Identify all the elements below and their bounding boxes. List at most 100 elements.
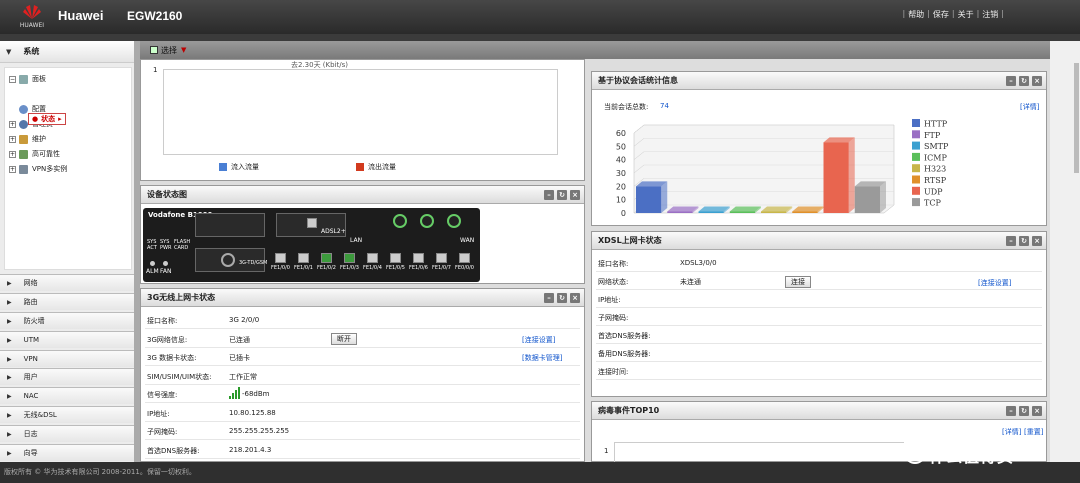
nav-utm[interactable]: ▶ UTM	[0, 331, 136, 348]
header-links: | 帮助 | 保存 | 关于 | 注销 |	[902, 9, 1004, 20]
close-icon[interactable]: ×	[1032, 76, 1042, 86]
bullet-icon: ●	[32, 115, 39, 123]
tree-item-label: 高可靠性	[32, 150, 60, 158]
port-label: FE1/0/3	[340, 265, 359, 271]
xdsl-status-panel: XDSL上网卡状态 – ↻ × 接口名称: XDSL3/0/0 网络状态: 未连通 IP地址…	[591, 231, 1047, 397]
logout-link[interactable]: 注销	[982, 9, 998, 20]
xdsl-connection-settings-link[interactable]: [连接设置]	[978, 278, 1011, 288]
lan-port: FE0/0/0	[453, 253, 476, 271]
xdsl-row-value: XDSL3/0/0	[680, 259, 717, 267]
grid-icon	[150, 46, 158, 54]
nav-label: 无线&DSL	[23, 411, 57, 419]
xdsl-row-label: 网络状态:	[598, 278, 629, 286]
virus-detail-link[interactable]: [详情]	[1002, 427, 1021, 437]
nav-label: 日志	[23, 430, 38, 438]
close-icon[interactable]: ×	[1032, 236, 1042, 246]
legend-label: RTSP	[924, 176, 947, 185]
gear-icon	[19, 104, 28, 114]
connection-settings-link[interactable]: [连接设置]	[522, 335, 555, 345]
3g-tdgsm-label: 3G-TD/GSM	[239, 260, 268, 266]
tree-item-ha[interactable]: + 高可靠性	[9, 147, 60, 161]
tree-item-maintenance[interactable]: + 维护	[9, 132, 46, 146]
legend-swatch	[912, 141, 920, 150]
legend-swatch	[912, 186, 920, 195]
watermark: 值 什么值得买	[905, 443, 1014, 467]
select-menu-button[interactable]: 选择	[161, 45, 177, 56]
minimize-icon[interactable]: –	[544, 293, 554, 303]
caret-down-icon[interactable]: ▼	[181, 46, 186, 54]
close-icon[interactable]: ×	[570, 190, 580, 200]
refresh-icon[interactable]: ↻	[1019, 76, 1029, 86]
ha-icon	[19, 149, 28, 159]
help-link[interactable]: 帮助	[908, 9, 924, 20]
expand-icon[interactable]: +	[9, 150, 16, 158]
top-header-bar: HUAWEI Huawei EGW2160 | 帮助 | 保存 | 关于 | 注销 |	[0, 0, 1080, 34]
lan-port: FE1/0/1	[292, 253, 315, 271]
minimize-icon[interactable]: –	[1006, 236, 1016, 246]
legend-out-swatch	[356, 163, 364, 171]
connect-button[interactable]: 连接	[785, 276, 811, 288]
expand-icon[interactable]: +	[9, 135, 16, 143]
tree-item-vpn-instance[interactable]: + VPN多实例	[9, 162, 67, 176]
legend-swatch	[912, 152, 920, 161]
chevron-right-icon: ▶	[7, 373, 12, 381]
legend-label: UDP	[924, 187, 943, 196]
main-content: 选择 ▼ 去2.30天 (Kbit/s) 1 流入流量 流出流量 设备状态图 –…	[140, 41, 1050, 462]
refresh-icon[interactable]: ↻	[1019, 406, 1029, 416]
vertical-scrollbar[interactable]	[1050, 41, 1080, 462]
chevron-right-icon: ▶	[7, 430, 12, 438]
refresh-icon[interactable]: ↻	[557, 190, 567, 200]
3g-row-label: 接口名称:	[147, 317, 178, 325]
3g-row-value: 工作正常	[229, 372, 257, 381]
nav-vpn[interactable]: ▶ VPN	[0, 350, 136, 367]
vpn-instance-icon	[19, 164, 28, 174]
panel-title: 设备状态图	[147, 190, 187, 199]
row-divider	[145, 439, 580, 440]
panel-title: XDSL上网卡状态	[598, 236, 662, 245]
refresh-icon[interactable]: ↻	[1019, 236, 1029, 246]
close-icon[interactable]: ×	[570, 293, 580, 303]
nav-network[interactable]: ▶ 网络	[0, 274, 136, 291]
legend-label: ICMP	[924, 153, 947, 162]
bar-http	[636, 186, 662, 213]
minimize-icon[interactable]: –	[1006, 76, 1016, 86]
legend-swatch	[912, 164, 920, 173]
nav-nac[interactable]: ▶ NAC	[0, 387, 136, 404]
wan-port-icon	[447, 214, 461, 228]
legend-swatch	[912, 198, 920, 207]
nav-user[interactable]: ▶ 用户	[0, 368, 136, 385]
disconnect-button[interactable]: 断开	[331, 333, 357, 345]
tree-item-dashboard[interactable]: − 面板	[9, 72, 46, 86]
xdsl-row-label: 接口名称:	[598, 260, 629, 268]
refresh-icon[interactable]: ↻	[557, 293, 567, 303]
sys-act-label: SYS ACT	[147, 239, 157, 251]
expand-icon[interactable]: +	[9, 165, 16, 173]
close-icon[interactable]: ×	[1032, 406, 1042, 416]
nav-wireless-dsl[interactable]: ▶ 无线&DSL	[0, 406, 136, 423]
bar-icmp	[729, 211, 755, 213]
protocol-detail-link[interactable]: [详情]	[1020, 102, 1039, 112]
row-divider	[145, 402, 580, 403]
minimize-icon[interactable]: –	[1006, 406, 1016, 416]
lan-port: FE1/0/5	[384, 253, 407, 271]
virus-reset-link[interactable]: [重置]	[1024, 427, 1043, 437]
3g-row-value: -68dBm	[242, 390, 270, 398]
save-link[interactable]: 保存	[933, 9, 949, 20]
device-front-panel: Vodafone B1000 ADSL2+ LAN WAN SYS ACT SY…	[143, 208, 480, 282]
expand-icon[interactable]: +	[9, 120, 16, 128]
about-link[interactable]: 关于	[958, 9, 974, 20]
xdsl-row-label: 备用DNS服务器:	[598, 350, 651, 358]
minimize-icon[interactable]: –	[544, 190, 554, 200]
nav-log[interactable]: ▶ 日志	[0, 425, 136, 442]
y-tick-label: 40	[616, 156, 626, 165]
system-section-header[interactable]: ▼ 系统	[0, 41, 136, 63]
collapse-icon[interactable]: −	[9, 75, 16, 83]
data-card-management-link[interactable]: [数据卡管理]	[522, 353, 562, 363]
nav-firewall[interactable]: ▶ 防火墙	[0, 312, 136, 329]
nav-wizard[interactable]: ▶ 向导	[0, 444, 136, 461]
nav-label: UTM	[23, 336, 40, 344]
nav-routing[interactable]: ▶ 路由	[0, 293, 136, 310]
legend-swatch	[912, 175, 920, 184]
scrollbar-thumb[interactable]	[1074, 63, 1079, 173]
tree-item-status[interactable]: ● 状态 ▸	[28, 113, 66, 125]
